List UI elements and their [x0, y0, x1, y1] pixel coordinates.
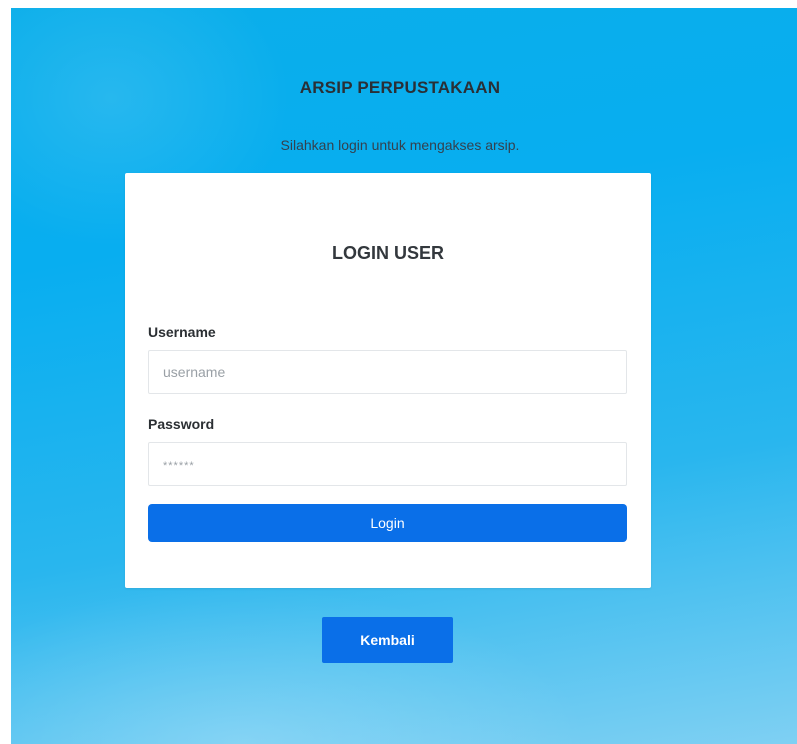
page-subtitle: Silahkan login untuk mengakses arsip. — [280, 137, 520, 153]
login-card-title: LOGIN USER — [331, 243, 444, 263]
password-label: Password — [148, 416, 215, 432]
page-background: ARSIP PERPUSTAKAAN Silahkan login untuk … — [11, 8, 797, 744]
login-button[interactable]: Login — [148, 504, 627, 542]
page-title: ARSIP PERPUSTAKAAN — [299, 78, 501, 97]
back-button[interactable]: Kembali — [322, 617, 453, 663]
username-input[interactable] — [148, 350, 627, 394]
password-input[interactable] — [148, 442, 627, 486]
login-card: LOGIN USER Username Password Login — [125, 173, 651, 588]
username-label: Username — [148, 324, 216, 340]
